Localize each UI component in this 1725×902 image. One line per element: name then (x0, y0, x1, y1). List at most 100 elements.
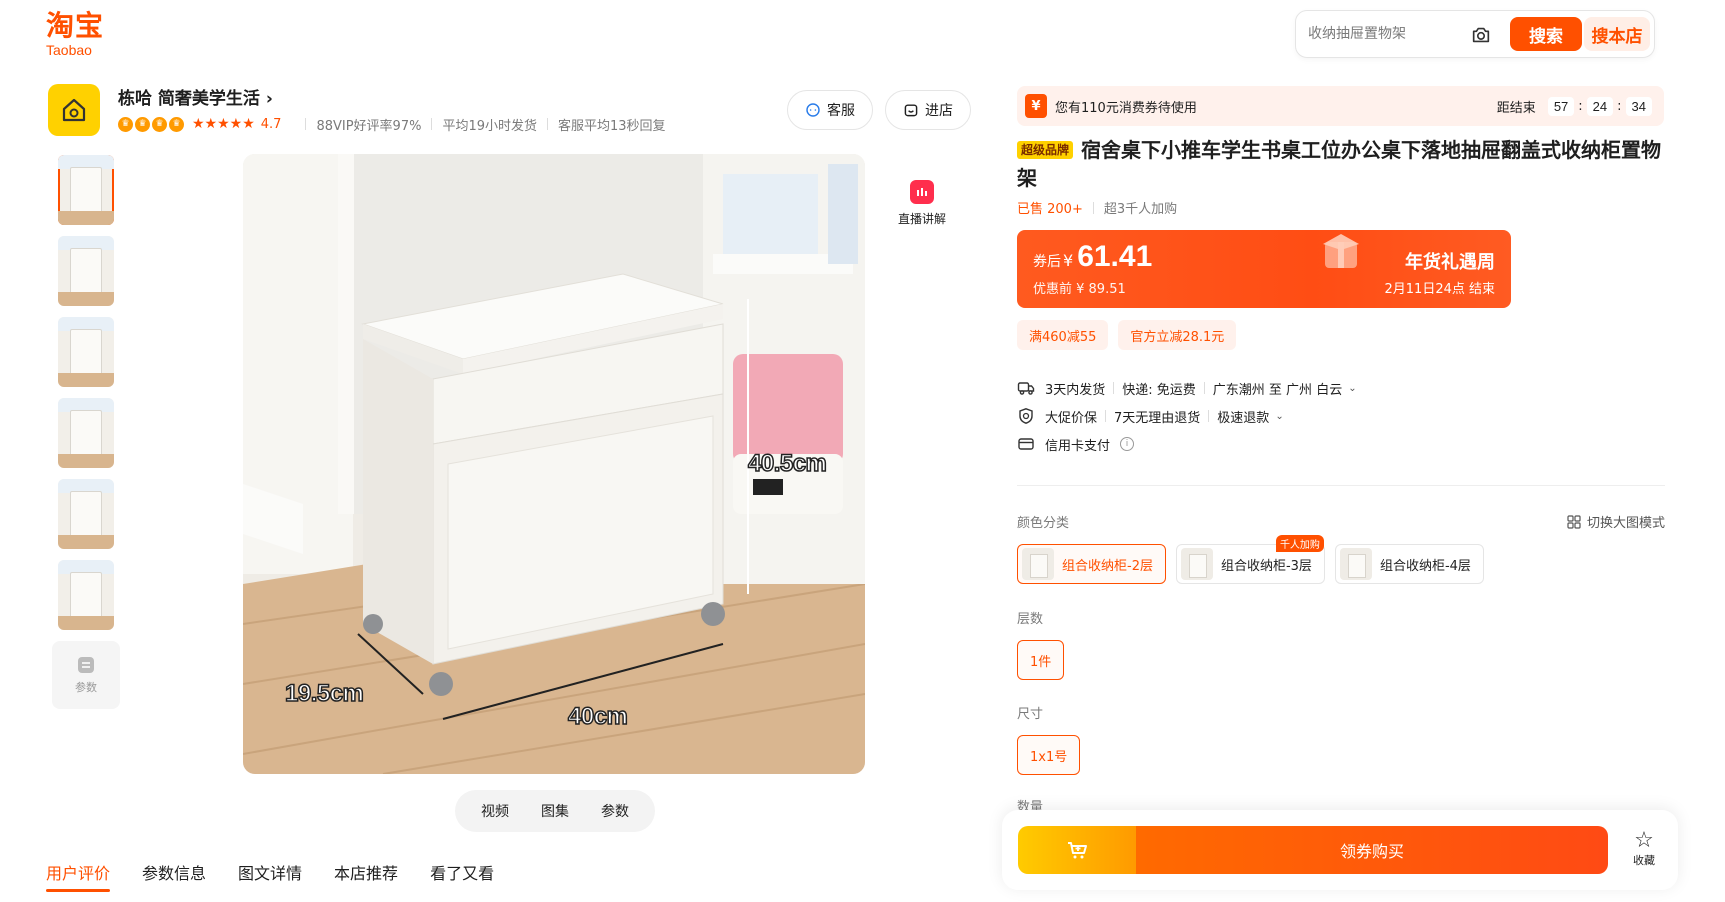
divider (305, 118, 307, 130)
shipping-row[interactable]: 3天内发货 快递: 免运费 广东潮州 至 广州 白云 ⌄ (1017, 377, 1357, 399)
thumbnail-image[interactable] (58, 479, 114, 549)
store-meta: ♛ ♛ ♛ ♛ ★★★★★ 4.7 88VIP好评率97% 平均19小时发货 客… (118, 114, 666, 134)
detail-tabs: 用户评价 参数信息 图文详情 本店推荐 看了又看 (46, 860, 494, 892)
mode-toggle-label: 切换大图模式 (1586, 516, 1665, 531)
chevron-right-icon: › (265, 89, 273, 109)
promo-title: 年货礼遇周 (1405, 252, 1495, 273)
live-explain-button[interactable]: 直播讲解 (890, 180, 954, 227)
color-label: 颜色分类 (1017, 516, 1070, 531)
store-logo-icon (62, 98, 86, 122)
sliders-icon (78, 657, 94, 673)
sku-option[interactable]: 组合收纳柜-2层 (1017, 544, 1166, 584)
live-icon (910, 180, 934, 204)
coupon-notice-bar[interactable]: ¥ 您有110元消费券待使用 距结束 57 : 24 : 34 (1017, 86, 1664, 126)
thumbnail-image[interactable] (58, 236, 114, 306)
tab-also-viewed[interactable]: 看了又看 (430, 860, 494, 892)
search-button[interactable]: 搜索 (1510, 17, 1582, 51)
thumbnail-image[interactable] (58, 317, 114, 387)
sku-label: 组合收纳柜-4层 (1379, 558, 1471, 574)
customer-service-button[interactable]: 客服 (787, 90, 873, 130)
search-input[interactable] (1308, 21, 1458, 47)
sku-option[interactable]: 组合收纳柜-3层 千人加购 (1175, 535, 1325, 584)
layer-option[interactable]: 1件 (1017, 640, 1065, 680)
gift-box-icon (1323, 234, 1359, 268)
layer-label: 层数 (1017, 612, 1044, 627)
main-product-image[interactable]: 40.5cm 19.5cm 40cm (243, 154, 865, 774)
divider (1092, 201, 1094, 214)
credit-card-icon (1018, 438, 1034, 450)
grid-icon (1567, 514, 1581, 529)
cart-plus-icon (1068, 842, 1087, 859)
colon: : (1617, 98, 1622, 114)
express-fee: 快递: 免运费 (1122, 382, 1196, 398)
product-title-text: 宿舍桌下小推车学生书桌工位办公桌下落地抽屉翻盖式收纳柜置物架 (1017, 138, 1662, 190)
rating-stars-icon: ★★★★★ (192, 116, 255, 132)
live-label: 直播讲解 (897, 212, 946, 226)
store-name: 栋哈 简奢美学生活 (118, 89, 260, 109)
store-rating: 4.7 (260, 116, 282, 132)
store-name-link[interactable]: 栋哈 简奢美学生活 › (118, 84, 273, 109)
store-icon (904, 104, 918, 117)
discount-chip[interactable]: 官方立减28.1元 (1118, 320, 1237, 350)
taobao-logo[interactable]: 淘宝 Taobao (46, 10, 126, 60)
coupon-icon: ¥ (1025, 94, 1047, 118)
thumbnail-list: 参数 (52, 155, 120, 709)
dimension-width-label: 40cm (567, 702, 628, 731)
dimension-depth-label: 19.5cm (284, 679, 364, 708)
brand-tag: 超级品牌 (1017, 141, 1074, 159)
thumbnail-image[interactable] (58, 398, 114, 468)
crown-icon: ♛ (118, 116, 133, 132)
large-image-mode-toggle[interactable]: 切换大图模式 (1567, 512, 1665, 531)
enter-store-button[interactable]: 进店 (885, 90, 971, 130)
favorite-button[interactable]: ☆ 收藏 (1624, 830, 1664, 868)
logo-cn: 淘宝 (46, 9, 105, 42)
info-icon[interactable]: i (1120, 437, 1135, 451)
credit-card-pay: 信用卡支付 (1045, 438, 1111, 454)
chat-icon (806, 103, 820, 117)
sku-label: 组合收纳柜-3层 (1220, 558, 1312, 574)
chevron-down-icon: ⌄ (1348, 382, 1357, 394)
reply-time: 客服平均13秒回复 (558, 118, 666, 134)
truck-icon (1017, 382, 1035, 395)
logo-en: Taobao (46, 42, 92, 58)
divider (547, 118, 549, 130)
tab-store-recommend[interactable]: 本店推荐 (334, 860, 398, 892)
customer-service-label: 客服 (827, 103, 855, 119)
thumbnail-image[interactable] (58, 155, 114, 225)
params-thumbnail[interactable]: 参数 (52, 641, 120, 709)
countdown-seconds: 34 (1625, 96, 1652, 116)
colon: : (1578, 98, 1583, 114)
sku-option[interactable]: 组合收纳柜-4层 (1334, 544, 1484, 584)
sku-label: 组合收纳柜-2层 (1062, 558, 1153, 574)
countdown-minutes: 24 (1586, 96, 1614, 116)
guarantee-row[interactable]: 大促价保 7天无理由退货 极速退款 ⌄ (1017, 405, 1284, 427)
tab-params-info[interactable]: 参数信息 (142, 860, 206, 892)
store-avatar[interactable] (48, 84, 100, 136)
tab-reviews[interactable]: 用户评价 (46, 860, 111, 892)
add-to-cart-button[interactable] (1018, 826, 1136, 874)
divider (431, 118, 433, 130)
sales-info: 已售 200+ 超3千人加购 (1017, 198, 1177, 217)
media-tab-video[interactable]: 视频 (481, 801, 509, 821)
media-tab-gallery[interactable]: 图集 (541, 801, 569, 821)
size-option[interactable]: 1x1号 (1017, 735, 1081, 775)
hot-badge: 千人加购 (1275, 535, 1324, 552)
search-shop-button[interactable]: 搜本店 (1584, 17, 1650, 51)
price-after-label: 券后 (1033, 254, 1061, 270)
buy-with-coupon-button[interactable]: 领券购买 (1136, 826, 1608, 874)
sku-thumbnail (1339, 548, 1372, 580)
countdown-label: 距结束 (1496, 100, 1536, 116)
crown-badges: ♛ ♛ ♛ ♛ (118, 116, 184, 132)
ship-time: 平均19小时发货 (442, 118, 538, 134)
divider (1017, 485, 1665, 486)
favorite-label: 收藏 (1633, 854, 1655, 867)
media-tab-params[interactable]: 参数 (601, 801, 629, 821)
payment-row: 信用卡支付 i (1017, 433, 1135, 455)
dimension-height-label: 40.5cm (747, 449, 827, 478)
tab-details[interactable]: 图文详情 (238, 860, 302, 892)
thumbnail-image[interactable] (58, 560, 114, 630)
cart-count: 超3千人加购 (1103, 202, 1178, 217)
discount-chip[interactable]: 满460减55 (1017, 320, 1109, 350)
camera-icon[interactable] (1470, 24, 1492, 46)
ship-route: 广东潮州 至 广州 白云 (1212, 382, 1343, 398)
